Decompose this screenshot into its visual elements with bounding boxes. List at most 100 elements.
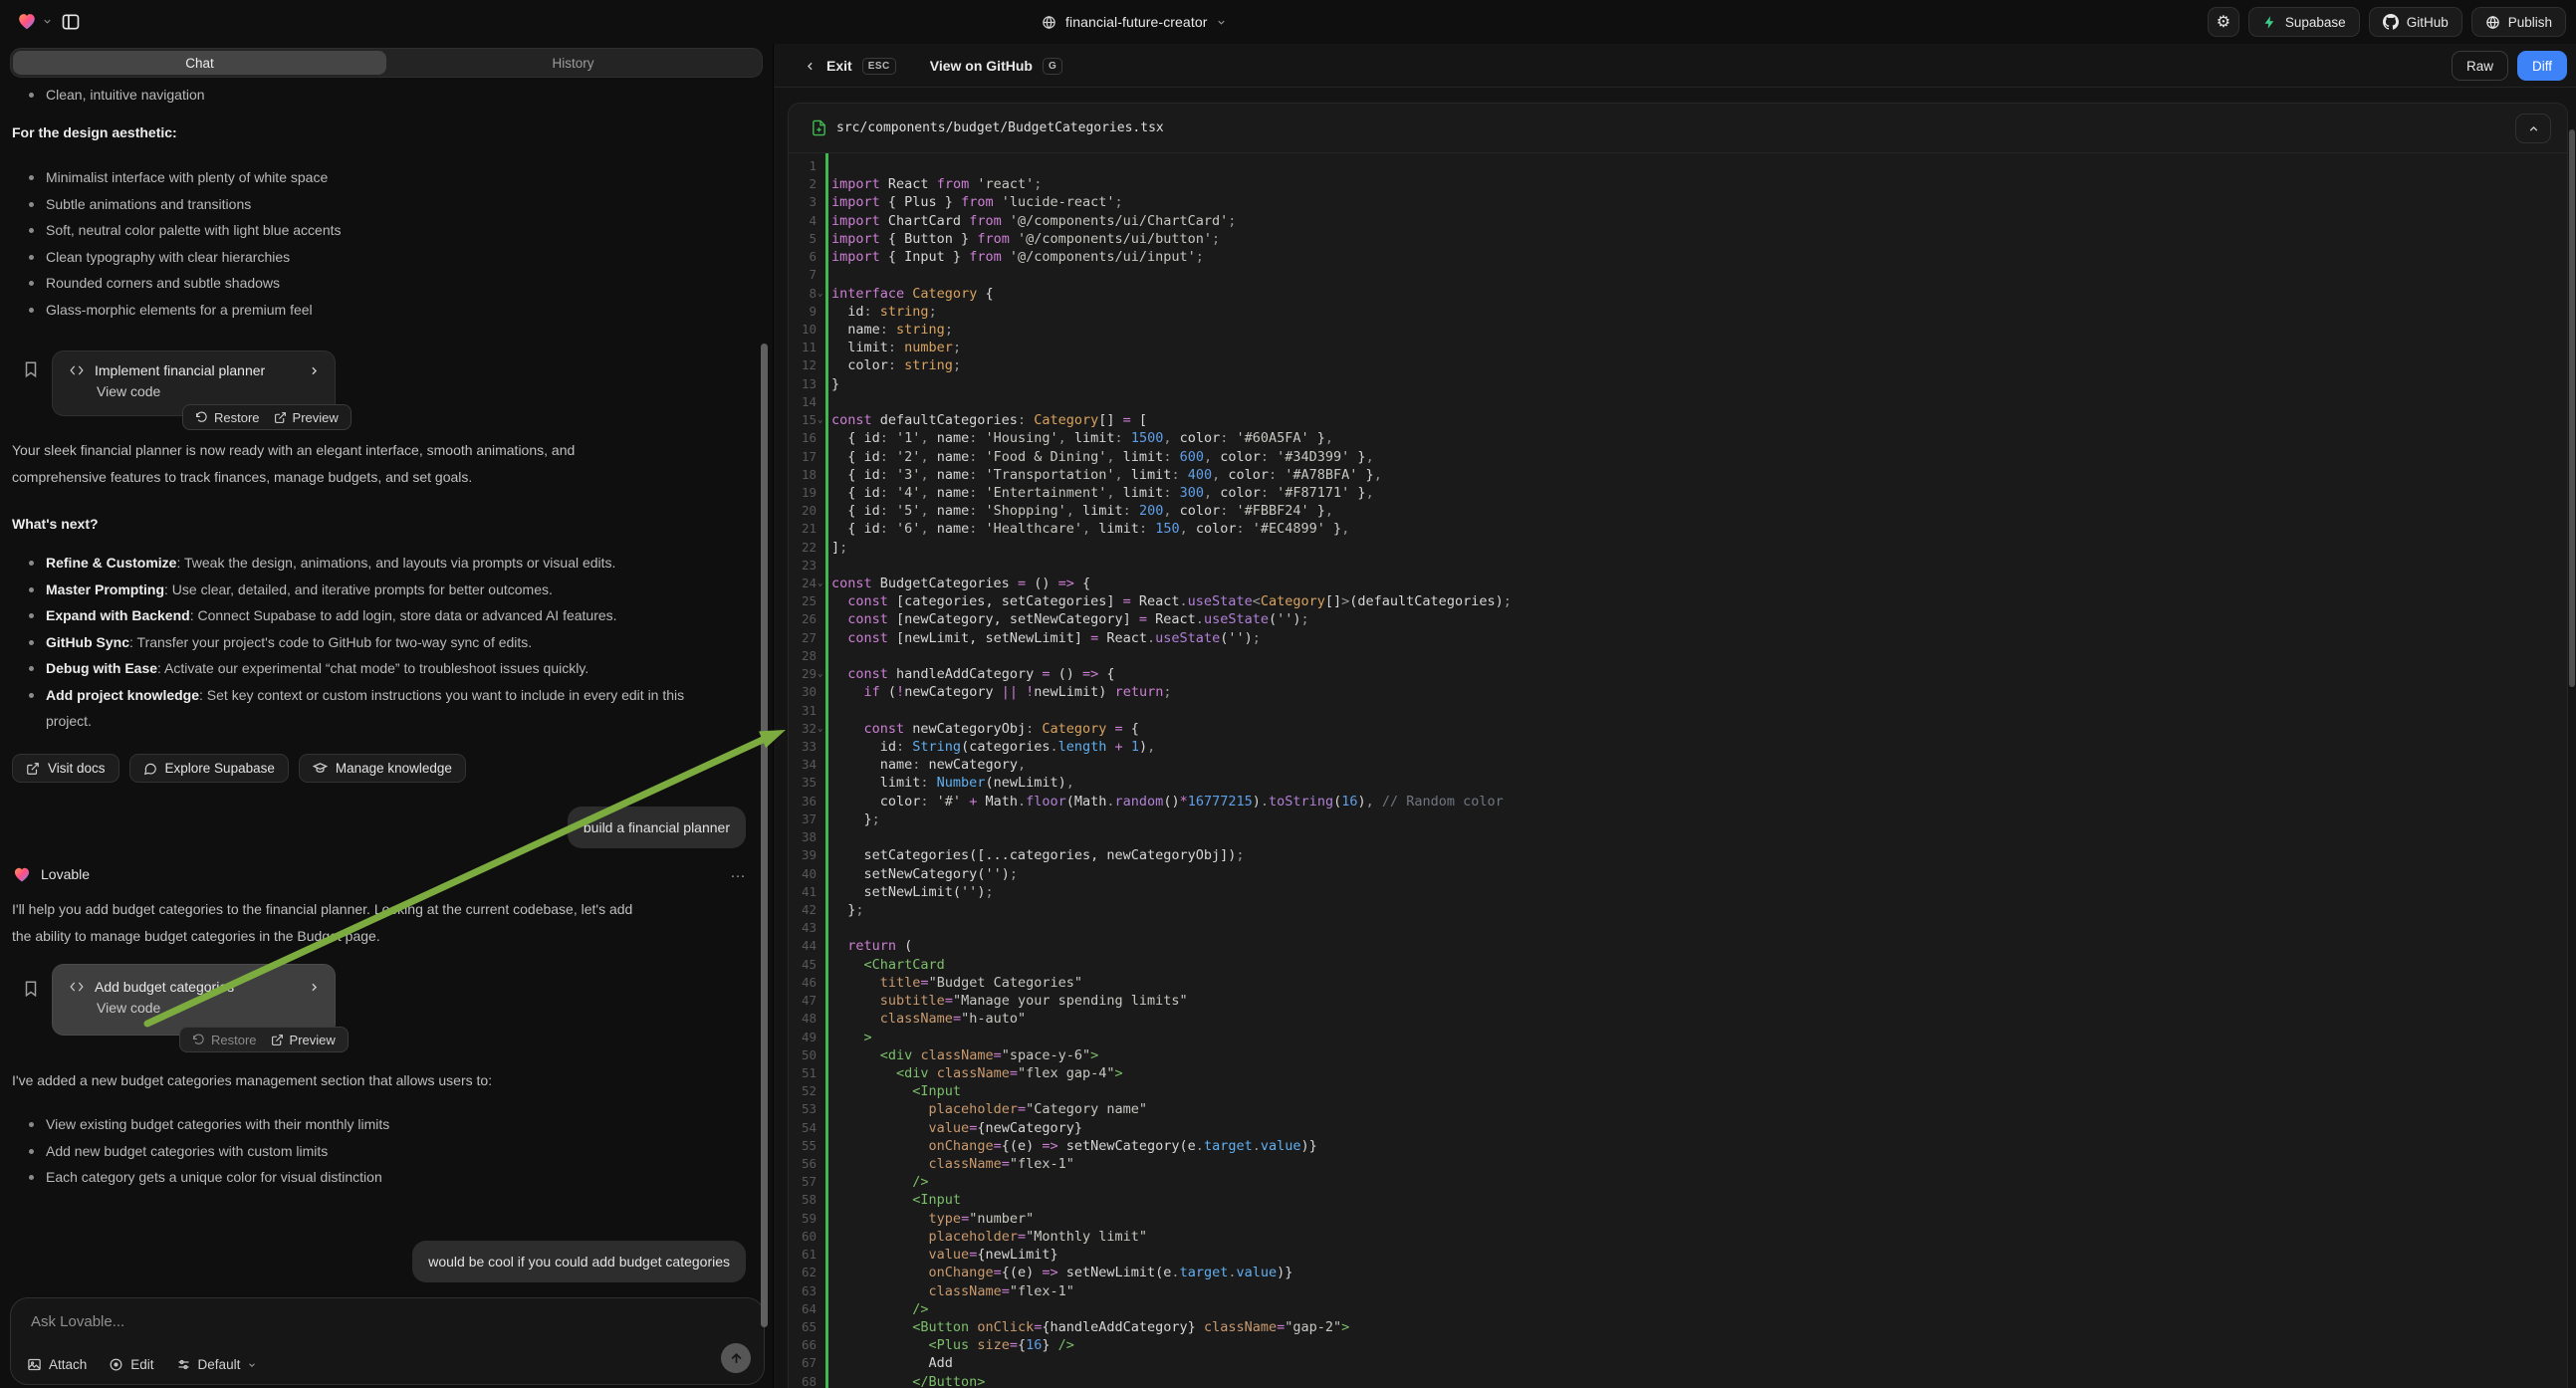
assistant-added-text: I've added a new budget categories manag… xyxy=(12,1067,735,1094)
code-line: 46 title="Budget Categories" xyxy=(789,974,2567,992)
list-item: Master Prompting: Use clear, detailed, a… xyxy=(12,577,721,603)
line-number: 12 xyxy=(789,356,817,374)
diff-toggle-button[interactable]: Diff xyxy=(2517,51,2567,81)
toggle-sidebar-button[interactable] xyxy=(58,9,84,35)
fold-chevron-icon[interactable]: ⌄ xyxy=(818,720,822,738)
settings-button[interactable]: ⚙ xyxy=(2208,7,2239,37)
fold-chevron-icon[interactable]: ⌄ xyxy=(818,411,822,429)
list-item: Each category gets a unique color for vi… xyxy=(12,1164,719,1191)
line-number: 46 xyxy=(789,974,817,992)
code-editor[interactable]: 12import React from 'react';3import { Pl… xyxy=(789,153,2567,1388)
code-line: 8⌄interface Category { xyxy=(789,285,2567,303)
code-line: 19 { id: '4', name: 'Entertainment', lim… xyxy=(789,484,2567,502)
tab-chat[interactable]: Chat xyxy=(13,51,386,75)
chat-input[interactable]: Ask Lovable... xyxy=(31,1313,124,1330)
code-line: 49 > xyxy=(789,1029,2567,1046)
code-line: 31 xyxy=(789,702,2567,720)
code-line: 57 /> xyxy=(789,1173,2567,1191)
code-line: 12 color: string; xyxy=(789,356,2567,374)
supabase-button[interactable]: Supabase xyxy=(2248,7,2360,37)
lovable-menu[interactable] xyxy=(16,10,53,32)
line-number: 60 xyxy=(789,1228,817,1246)
restore-button[interactable]: Restore xyxy=(192,1033,257,1047)
view-code-link[interactable]: View code xyxy=(53,997,335,1026)
esc-key-badge: ESC xyxy=(862,58,896,75)
collapse-file-button[interactable] xyxy=(2515,114,2551,143)
fold-chevron-icon[interactable]: ⌄ xyxy=(818,665,822,683)
code-line: 55 onChange={(e) => setNewCategory(e.tar… xyxy=(789,1137,2567,1155)
assistant-message: I'll help you add budget categories to t… xyxy=(12,896,735,949)
restore-preview-toolbar: Restore Preview xyxy=(182,404,351,430)
line-number: 68 xyxy=(789,1373,817,1388)
code-line: 34 name: newCategory, xyxy=(789,756,2567,774)
line-number: 30 xyxy=(789,683,817,701)
exit-button[interactable]: Exit xyxy=(826,58,852,74)
preview-button[interactable]: Preview xyxy=(271,1033,336,1047)
code-line: 56 className="flex-1" xyxy=(789,1155,2567,1173)
list-item: GitHub Sync: Transfer your project's cod… xyxy=(12,629,721,656)
g-key-badge: G xyxy=(1043,58,1062,75)
code-line: 32⌄ const newCategoryObj: Category = { xyxy=(789,720,2567,738)
code-line: 22]; xyxy=(789,539,2567,557)
bookmark-icon[interactable] xyxy=(22,358,40,380)
line-number: 55 xyxy=(789,1137,817,1155)
manage-knowledge-button[interactable]: Manage knowledge xyxy=(299,754,466,783)
intro-bullet-list: Clean, intuitive navigation xyxy=(12,82,719,109)
image-icon xyxy=(27,1357,42,1372)
composer-controls: Attach Edit Default xyxy=(27,1357,257,1372)
code-line: 5import { Button } from '@/components/ui… xyxy=(789,230,2567,248)
tab-history[interactable]: History xyxy=(386,51,760,75)
message-menu-button[interactable]: … xyxy=(730,864,747,882)
fold-chevron-icon[interactable]: ⌄ xyxy=(818,575,822,592)
code-line: 9 id: string; xyxy=(789,303,2567,321)
edit-mode-button[interactable]: Edit xyxy=(109,1357,153,1372)
preview-button[interactable]: Preview xyxy=(274,410,339,425)
visit-docs-button[interactable]: Visit docs xyxy=(12,754,119,783)
restore-button[interactable]: Restore xyxy=(195,410,260,425)
chat-panel: Chat History Clean, intuitive navigation… xyxy=(0,44,773,1388)
project-title: financial-future-creator xyxy=(1065,14,1207,30)
version-card-title: Implement financial planner xyxy=(95,362,265,378)
version-card-add-budget-categories[interactable]: Add budget categories View code xyxy=(52,964,336,1036)
line-number: 28 xyxy=(789,647,817,665)
line-number: 56 xyxy=(789,1155,817,1173)
code-line: 42 }; xyxy=(789,901,2567,919)
target-icon xyxy=(109,1357,123,1372)
bookmark-icon[interactable] xyxy=(22,978,40,1000)
line-number: 66 xyxy=(789,1336,817,1354)
code-line: 39 setCategories([...categories, newCate… xyxy=(789,846,2567,864)
line-number: 51 xyxy=(789,1064,817,1082)
line-number: 11 xyxy=(789,339,817,356)
github-button[interactable]: GitHub xyxy=(2369,7,2462,37)
chevron-left-icon xyxy=(804,60,817,73)
attach-button[interactable]: Attach xyxy=(27,1357,87,1372)
raw-toggle-button[interactable]: Raw xyxy=(2452,51,2508,81)
chat-composer[interactable]: Ask Lovable... Attach Edit Default xyxy=(10,1297,765,1385)
list-item: Subtle animations and transitions xyxy=(12,191,719,218)
line-number: 39 xyxy=(789,846,817,864)
explore-supabase-button[interactable]: Explore Supabase xyxy=(129,754,289,783)
view-on-github-button[interactable]: View on GitHub xyxy=(930,58,1033,74)
list-item: Glass-morphic elements for a premium fee… xyxy=(12,297,719,324)
list-item: View existing budget categories with the… xyxy=(12,1111,719,1138)
publish-button[interactable]: Publish xyxy=(2471,7,2566,37)
line-number: 24 xyxy=(789,575,817,592)
fold-chevron-icon[interactable]: ⌄ xyxy=(818,285,822,303)
code-line: 21 { id: '6', name: 'Healthcare', limit:… xyxy=(789,520,2567,538)
model-selector[interactable]: Default xyxy=(176,1357,258,1372)
line-number: 18 xyxy=(789,466,817,484)
line-number: 58 xyxy=(789,1191,817,1209)
file-header[interactable]: src/components/budget/BudgetCategories.t… xyxy=(789,104,2567,153)
line-number: 21 xyxy=(789,520,817,538)
code-scrollbar[interactable] xyxy=(2569,129,2575,687)
line-number: 2 xyxy=(789,175,817,193)
line-number: 47 xyxy=(789,992,817,1010)
chevron-up-icon xyxy=(2527,122,2540,135)
send-button[interactable] xyxy=(721,1343,751,1373)
project-switcher[interactable]: financial-future-creator xyxy=(1042,0,1227,44)
chevron-right-icon xyxy=(308,364,321,377)
chat-scrollbar[interactable] xyxy=(761,344,768,1327)
code-line: 11 limit: number; xyxy=(789,339,2567,356)
code-line: 45 <ChartCard xyxy=(789,956,2567,974)
line-number: 4 xyxy=(789,212,817,230)
